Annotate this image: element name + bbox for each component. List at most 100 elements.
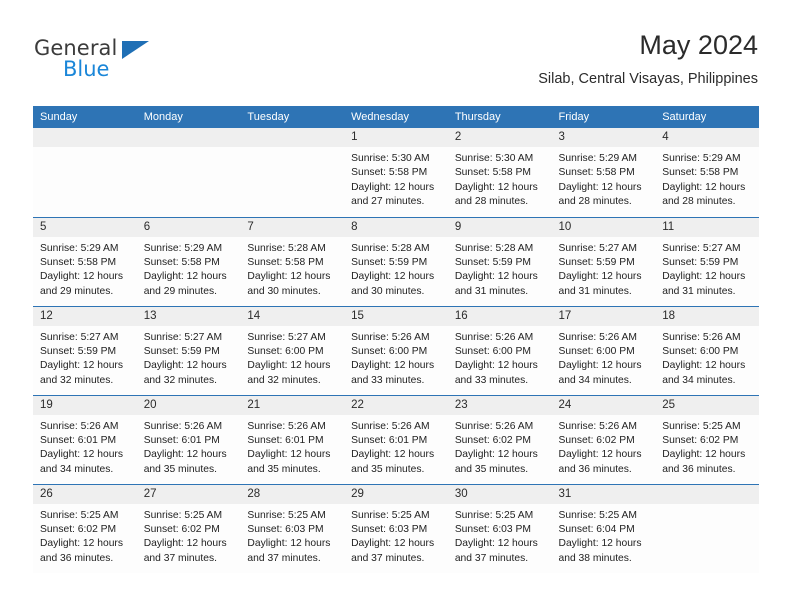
sunset-text: Sunset: 6:02 PM [558, 434, 635, 446]
day-info: Sunrise: 5:26 AM Sunset: 6:01 PM Dayligh… [344, 415, 448, 478]
sunset-text: Sunset: 6:00 PM [351, 345, 428, 357]
day-cell[interactable] [240, 128, 345, 217]
daylight-text-line2: and 29 minutes. [40, 285, 114, 297]
sunrise-text: Sunrise: 5:26 AM [558, 331, 637, 343]
daylight-text-line1: Daylight: 12 hours [454, 271, 538, 283]
sunset-text: Sunset: 5:58 PM [143, 256, 220, 268]
day-cell[interactable]: 29 Sunrise: 5:25 AM Sunset: 6:03 PM Dayl… [344, 483, 448, 573]
day-cell[interactable]: 9 Sunrise: 5:28 AM Sunset: 5:59 PM Dayli… [447, 216, 552, 306]
sunset-text: Sunset: 6:01 PM [40, 434, 117, 446]
day-cell[interactable]: 2 Sunrise: 5:30 AM Sunset: 5:58 PM Dayli… [447, 128, 552, 217]
sunset-text: Sunset: 5:58 PM [454, 167, 531, 179]
day-cell[interactable]: 31 Sunrise: 5:25 AM Sunset: 6:04 PM Dayl… [551, 483, 656, 573]
day-number: 21 [240, 395, 345, 415]
day-info: Sunrise: 5:28 AM Sunset: 5:59 PM Dayligh… [448, 237, 552, 300]
sunrise-text: Sunrise: 5:26 AM [247, 420, 326, 432]
sunrise-text: Sunrise: 5:26 AM [558, 420, 637, 432]
sunrise-text: Sunrise: 5:28 AM [247, 242, 326, 254]
day-number: 1 [344, 128, 448, 147]
daylight-text-line1: Daylight: 12 hours [558, 360, 642, 372]
sunset-text: Sunset: 6:04 PM [558, 523, 635, 535]
day-cell[interactable]: 20 Sunrise: 5:26 AM Sunset: 6:01 PM Dayl… [136, 394, 241, 484]
sunrise-text: Sunrise: 5:30 AM [454, 153, 534, 164]
day-cell[interactable]: 21 Sunrise: 5:26 AM Sunset: 6:01 PM Dayl… [240, 394, 345, 484]
sunset-text: Sunset: 6:03 PM [351, 523, 428, 535]
sunset-text: Sunset: 5:58 PM [351, 167, 428, 179]
day-cell[interactable]: 4 Sunrise: 5:29 AM Sunset: 5:58 PM Dayli… [655, 128, 759, 217]
sunrise-text: Sunrise: 5:28 AM [454, 242, 534, 254]
page-header: General Blue May 2024 Silab, Central Vis… [34, 28, 758, 100]
day-info: Sunrise: 5:26 AM Sunset: 6:01 PM Dayligh… [137, 415, 241, 478]
daylight-text-line1: Daylight: 12 hours [351, 449, 435, 461]
day-number: 15 [344, 306, 448, 326]
week-row: 26 Sunrise: 5:25 AM Sunset: 6:02 PM Dayl… [33, 483, 759, 573]
sunrise-text: Sunrise: 5:27 AM [662, 242, 741, 254]
day-number: 27 [136, 484, 241, 504]
day-cell[interactable]: 8 Sunrise: 5:28 AM Sunset: 5:59 PM Dayli… [344, 216, 448, 306]
day-cell[interactable]: 25 Sunrise: 5:25 AM Sunset: 6:02 PM Dayl… [655, 394, 759, 484]
day-info: Sunrise: 5:29 AM Sunset: 5:58 PM Dayligh… [33, 237, 137, 300]
day-info: Sunrise: 5:28 AM Sunset: 5:58 PM Dayligh… [240, 237, 344, 300]
week-row: 19 Sunrise: 5:26 AM Sunset: 6:01 PM Dayl… [33, 394, 759, 484]
daylight-text-line1: Daylight: 12 hours [351, 538, 435, 550]
day-number: 18 [655, 306, 759, 326]
day-cell[interactable]: 14 Sunrise: 5:27 AM Sunset: 6:00 PM Dayl… [240, 305, 345, 395]
day-cell[interactable]: 30 Sunrise: 5:25 AM Sunset: 6:03 PM Dayl… [447, 483, 552, 573]
day-cell[interactable]: 11 Sunrise: 5:27 AM Sunset: 5:59 PM Dayl… [655, 216, 759, 306]
sunrise-text: Sunrise: 5:29 AM [662, 153, 741, 164]
day-cell[interactable]: 10 Sunrise: 5:27 AM Sunset: 5:59 PM Dayl… [551, 216, 656, 306]
day-info: Sunrise: 5:26 AM Sunset: 6:02 PM Dayligh… [448, 415, 552, 478]
day-cell[interactable]: 12 Sunrise: 5:27 AM Sunset: 5:59 PM Dayl… [33, 305, 137, 395]
day-cell[interactable]: 22 Sunrise: 5:26 AM Sunset: 6:01 PM Dayl… [344, 394, 448, 484]
day-cell[interactable]: 26 Sunrise: 5:25 AM Sunset: 6:02 PM Dayl… [33, 483, 137, 573]
day-cell[interactable]: 24 Sunrise: 5:26 AM Sunset: 6:02 PM Dayl… [551, 394, 656, 484]
day-cell[interactable]: 5 Sunrise: 5:29 AM Sunset: 5:58 PM Dayli… [33, 216, 137, 306]
daylight-text-line1: Daylight: 12 hours [558, 538, 642, 550]
day-cell[interactable]: 28 Sunrise: 5:25 AM Sunset: 6:03 PM Dayl… [240, 483, 345, 573]
day-cell[interactable] [33, 128, 137, 217]
day-cell[interactable]: 16 Sunrise: 5:26 AM Sunset: 6:00 PM Dayl… [447, 305, 552, 395]
day-info: Sunrise: 5:30 AM Sunset: 5:58 PM Dayligh… [448, 147, 552, 210]
daylight-text-line2: and 35 minutes. [454, 463, 529, 475]
day-cell[interactable]: 7 Sunrise: 5:28 AM Sunset: 5:58 PM Dayli… [240, 216, 345, 306]
day-info: Sunrise: 5:29 AM Sunset: 5:58 PM Dayligh… [552, 147, 656, 210]
day-cell[interactable]: 13 Sunrise: 5:27 AM Sunset: 5:59 PM Dayl… [136, 305, 241, 395]
weekday-header-saturday: Saturday [655, 106, 759, 128]
day-number: 2 [447, 128, 552, 147]
day-cell[interactable]: 15 Sunrise: 5:26 AM Sunset: 6:00 PM Dayl… [344, 305, 448, 395]
day-cell[interactable]: 27 Sunrise: 5:25 AM Sunset: 6:02 PM Dayl… [136, 483, 241, 573]
daylight-text-line2: and 35 minutes. [247, 463, 321, 475]
day-number [240, 128, 345, 147]
daylight-text-line2: and 31 minutes. [558, 285, 632, 297]
daylight-text-line2: and 37 minutes. [247, 552, 321, 564]
day-cell[interactable]: 19 Sunrise: 5:26 AM Sunset: 6:01 PM Dayl… [33, 394, 137, 484]
sunrise-text: Sunrise: 5:26 AM [662, 331, 741, 343]
day-info: Sunrise: 5:25 AM Sunset: 6:03 PM Dayligh… [344, 504, 448, 567]
daylight-text-line1: Daylight: 12 hours [143, 360, 227, 372]
day-cell[interactable]: 1 Sunrise: 5:30 AM Sunset: 5:58 PM Dayli… [344, 128, 448, 217]
day-cell[interactable]: 3 Sunrise: 5:29 AM Sunset: 5:58 PM Dayli… [551, 128, 656, 217]
day-info: Sunrise: 5:25 AM Sunset: 6:02 PM Dayligh… [655, 415, 759, 478]
day-cell[interactable]: 6 Sunrise: 5:29 AM Sunset: 5:58 PM Dayli… [136, 216, 241, 306]
sunrise-text: Sunrise: 5:27 AM [40, 331, 119, 343]
day-number: 11 [655, 217, 759, 237]
sunset-text: Sunset: 5:59 PM [40, 345, 117, 357]
day-number: 25 [655, 395, 759, 415]
generalblue-logo[interactable]: General Blue [34, 36, 214, 92]
day-cell[interactable]: 23 Sunrise: 5:26 AM Sunset: 6:02 PM Dayl… [447, 394, 552, 484]
calendar-body: 1 Sunrise: 5:30 AM Sunset: 5:58 PM Dayli… [33, 128, 759, 573]
daylight-text-line2: and 36 minutes. [40, 552, 114, 564]
weekday-header-wednesday: Wednesday [344, 106, 448, 128]
daylight-text-line2: and 30 minutes. [247, 285, 321, 297]
sunrise-text: Sunrise: 5:26 AM [351, 331, 430, 343]
day-cell[interactable]: 17 Sunrise: 5:26 AM Sunset: 6:00 PM Dayl… [551, 305, 656, 395]
day-number: 12 [33, 306, 137, 326]
daylight-text-line1: Daylight: 12 hours [558, 271, 642, 283]
day-cell[interactable]: 18 Sunrise: 5:26 AM Sunset: 6:00 PM Dayl… [655, 305, 759, 395]
sunset-text: Sunset: 6:02 PM [40, 523, 117, 535]
day-cell[interactable] [136, 128, 241, 217]
sunset-text: Sunset: 6:01 PM [247, 434, 324, 446]
day-cell[interactable] [655, 483, 759, 573]
brand-triangle-icon [122, 41, 149, 59]
sunrise-text: Sunrise: 5:25 AM [454, 509, 534, 521]
